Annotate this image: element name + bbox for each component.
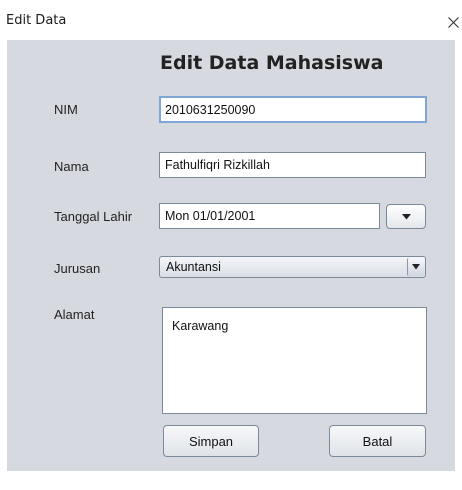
window-title: Edit Data xyxy=(6,13,67,28)
alamat-label: Alamat xyxy=(54,307,95,322)
form-panel: Edit Data Mahasiswa NIM 2010631250090 Na… xyxy=(7,40,455,471)
jurusan-dropdown[interactable]: Akuntansi xyxy=(159,256,426,278)
jurusan-selected-value: Akuntansi xyxy=(166,260,221,274)
chevron-down-icon xyxy=(412,264,420,270)
form-heading: Edit Data Mahasiswa xyxy=(160,52,384,74)
nim-field[interactable]: 2010631250090 xyxy=(159,96,427,123)
close-icon xyxy=(448,17,459,28)
title-bar: Edit Data xyxy=(0,0,462,40)
nim-label: NIM xyxy=(54,102,78,117)
alamat-textarea[interactable]: Karawang xyxy=(162,307,427,414)
date-picker-button[interactable] xyxy=(386,204,426,229)
dropdown-arrow-button[interactable] xyxy=(407,258,424,276)
close-button[interactable] xyxy=(444,6,462,36)
nama-field[interactable]: Fathulfiqri Rizkillah xyxy=(159,152,426,178)
chevron-down-icon xyxy=(401,213,411,219)
save-button[interactable]: Simpan xyxy=(163,425,259,457)
nama-label: Nama xyxy=(54,159,89,174)
tanggal-lahir-label: Tanggal Lahir xyxy=(54,209,133,224)
cancel-button[interactable]: Batal xyxy=(329,425,426,457)
jurusan-label: Jurusan xyxy=(54,261,101,276)
tanggal-lahir-field[interactable]: Mon 01/01/2001 xyxy=(159,203,380,229)
